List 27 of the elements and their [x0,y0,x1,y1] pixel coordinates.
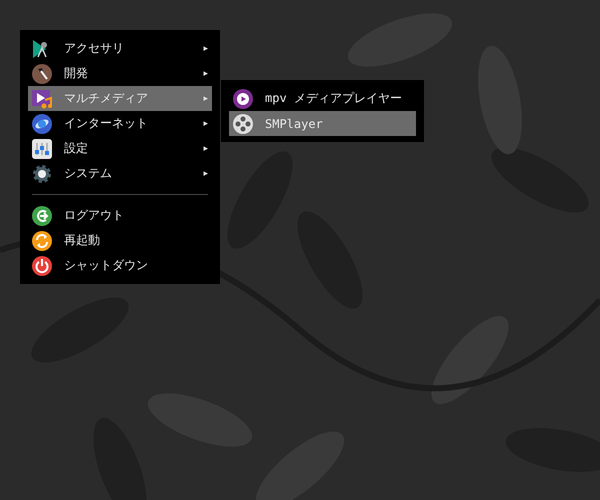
menu-item[interactable]: 再起動 [28,228,212,253]
submenu-arrow: ▸ [203,68,208,78]
menu-item[interactable]: システム ▸ [28,161,212,186]
multimedia-icon [32,88,52,108]
menu-item[interactable]: 設定 ▸ [28,136,212,161]
menu-item[interactable]: マルチメディア ▸ [28,86,212,111]
settings-icon [32,138,52,158]
menu-item[interactable]: シャットダウン [28,253,212,278]
menu-item[interactable]: ログアウト [28,203,212,228]
menu-item[interactable]: インターネット ▸ [28,111,212,136]
submenu-arrow: ▸ [203,168,208,178]
menu-item[interactable]: 開発 ▸ [28,61,212,86]
globe-icon [32,114,52,134]
hammer-icon [32,64,52,84]
logout-icon [32,206,52,226]
power-icon [32,256,52,276]
film-reel-icon [233,114,253,134]
reload-icon [32,230,52,250]
submenu-arrow: ▸ [203,94,208,104]
submenu-arrow: ▸ [203,118,208,128]
gear-icon [32,164,52,184]
menu-item[interactable]: mpv メディアプレイヤー [229,86,416,111]
submenu-arrow: ▸ [203,44,208,54]
menu-item[interactable]: SMPlayer [229,111,416,136]
play-icon [233,88,253,108]
menu-item[interactable]: アクセサリ ▸ [28,36,212,61]
submenu-arrow: ▸ [203,144,208,154]
